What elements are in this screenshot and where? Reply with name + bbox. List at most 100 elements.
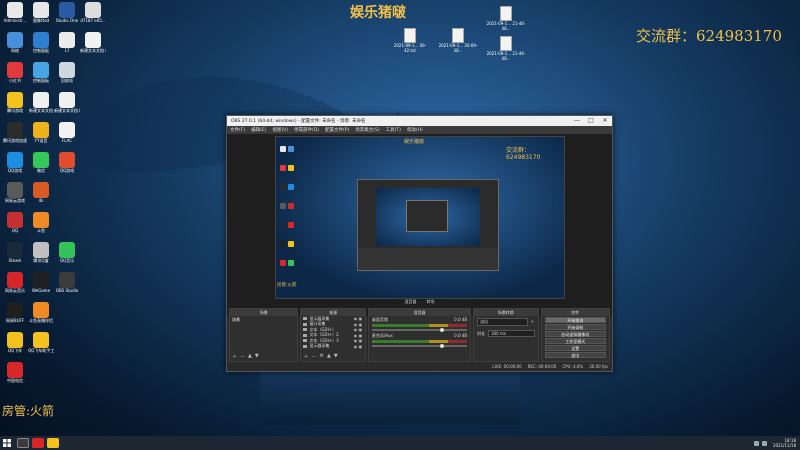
transition-type-select[interactable]: 淡出 (477, 318, 528, 326)
taskbar-clock[interactable]: 18:18 2021/11/18 (770, 438, 796, 448)
add-transition-icon[interactable]: ＋ (531, 319, 535, 325)
nested-preview (376, 188, 480, 246)
desktop-icon[interactable]: 中国电信 (2, 362, 28, 396)
network-icon[interactable] (753, 440, 759, 446)
desktop-icon[interactable]: 新建文本文档 (28, 92, 54, 126)
control-button[interactable]: 启动虚拟摄像机 (544, 331, 606, 337)
lock-icon[interactable]: ▣ (358, 344, 363, 349)
desktop-icon[interactable]: QQ游戏 (2, 152, 28, 186)
volume-meter (371, 324, 468, 327)
move-down-icon[interactable]: ▼ (255, 353, 259, 360)
desktop-file[interactable]: 2021-09-1... 21-46-48... (486, 36, 526, 61)
remove-source-icon[interactable]: － (311, 353, 316, 360)
desktop-icon[interactable]: WeGame (28, 272, 54, 306)
lock-icon[interactable]: ▣ (358, 333, 363, 338)
desktop-icon[interactable]: 小红书 (2, 62, 28, 96)
menu-item[interactable]: 停靠部件(D) (294, 127, 319, 133)
desktop-icon[interactable]: FLAC (54, 122, 80, 156)
obs-window[interactable]: OBS 27.0.1 (64-bit, windows) - 配置文件: 未命名… (226, 115, 613, 372)
desktop-icon[interactable]: 回收站 (54, 62, 80, 96)
desktop-file[interactable]: 2021-09-1... 09-42.txt (390, 28, 430, 53)
scene-item[interactable]: 场景 (230, 316, 297, 324)
desktop-icon[interactable]: Administr... (2, 2, 28, 36)
desktop-icon[interactable]: 斗鱼 (28, 212, 54, 246)
desktop-icon[interactable]: 新建文本文档 (2).txt (80, 32, 106, 66)
duration-input[interactable]: 300 ms (488, 330, 535, 337)
control-button[interactable]: 工作室模式 (544, 338, 606, 344)
lock-icon[interactable]: ▣ (358, 316, 363, 321)
menu-item[interactable]: 工具(T) (386, 127, 401, 133)
minimize-button[interactable]: — (570, 116, 584, 126)
taskbar-netease-icon[interactable] (32, 438, 44, 448)
desktop-icon[interactable]: 新建文本文档.txt (54, 92, 80, 126)
menu-item[interactable]: 配置文件(P) (325, 127, 349, 133)
desktop-file[interactable]: 2021-09-1... 20-09-38... (438, 28, 478, 53)
desktop-icon[interactable]: 网易云游戏 (2, 182, 28, 216)
obs-titlebar[interactable]: OBS 27.0.1 (64-bit, windows) - 配置文件: 未命名… (227, 116, 612, 126)
app-icon (59, 152, 75, 168)
start-button[interactable] (0, 436, 14, 450)
tab-transitions[interactable]: 转场 (427, 299, 435, 305)
track-name: 桌面音频 (371, 317, 388, 322)
menu-item[interactable]: 文件(F) (230, 127, 245, 133)
volume-slider-knob[interactable] (440, 344, 445, 348)
desktop-icon[interactable]: 斗鱼直播伴侣 (28, 302, 54, 336)
desktop-icon[interactable]: QQ飞车 (2, 332, 28, 366)
source-type-icon (303, 344, 308, 348)
volume-slider[interactable] (371, 328, 468, 332)
desktop-icon[interactable]: 17 (54, 32, 80, 66)
move-up-icon[interactable]: ▲ (248, 353, 252, 360)
desktop-icon[interactable]: 4k (28, 182, 54, 216)
remove-scene-icon[interactable]: － (240, 353, 245, 360)
menu-item[interactable]: 帮助(H) (407, 127, 423, 133)
volume-icon[interactable] (761, 440, 767, 446)
desktop-icon[interactable]: 腾讯游戏加速 (2, 122, 28, 156)
desktop-file[interactable]: 2021-09-1... 21-46-48... (486, 6, 526, 31)
control-button[interactable]: 开始录制 (544, 324, 606, 330)
desktop-icon[interactable]: Steam (2, 242, 28, 276)
desktop-icon[interactable]: QQ音乐 (54, 242, 80, 276)
close-button[interactable]: ✕ (598, 116, 612, 126)
desktop-icon[interactable]: YY语音 (28, 122, 54, 156)
tab-mixer[interactable]: 混音器 (405, 299, 417, 305)
desktop-icon[interactable]: 微信 (28, 152, 54, 186)
desktop-icon[interactable]: 控制面板 (28, 32, 54, 66)
lock-icon[interactable]: ▣ (358, 327, 363, 332)
lock-icon[interactable]: ▣ (358, 338, 363, 343)
menu-item[interactable]: 场景集合(S) (355, 127, 379, 133)
maximize-button[interactable]: □ (584, 116, 598, 126)
desktop-icon[interactable]: d7187 e05... (80, 2, 106, 36)
desktop-icon[interactable]: QQ飞车助手工具 (28, 332, 54, 366)
desktop-icon-label: QQ游戏 (7, 168, 23, 173)
desktop-icon[interactable]: OBS Studio (54, 272, 80, 306)
text-file-icon (452, 28, 464, 43)
desktop-icon[interactable]: 腾讯Q盒 (28, 242, 54, 276)
desktop-icon[interactable]: 网易云音乐 (2, 272, 28, 306)
desktop-icon[interactable]: 网易BUFF (2, 302, 28, 336)
control-button[interactable]: 设置 (544, 345, 606, 351)
taskbar-folder-icon[interactable] (47, 438, 59, 448)
source-item[interactable]: 显示器采集 ◉ ▣ (301, 343, 364, 350)
taskbar-obs-icon[interactable] (17, 438, 29, 448)
desktop-icon[interactable]: 控制面板 (28, 62, 54, 96)
desktop-icon[interactable]: 图像ttod (28, 2, 54, 36)
app-icon (7, 62, 23, 78)
add-source-icon[interactable]: ＋ (303, 353, 308, 360)
move-down-icon[interactable]: ▼ (334, 353, 338, 360)
desktop-icon[interactable]: QQ (2, 212, 28, 246)
obs-preview-canvas[interactable]: 娱乐猪啵 交流群：624983170 房管:火箭 (275, 136, 565, 299)
menu-item[interactable]: 编辑(E) (251, 127, 266, 133)
desktop-icon[interactable]: 网络 (2, 32, 28, 66)
move-up-icon[interactable]: ▲ (327, 353, 331, 360)
add-scene-icon[interactable]: ＋ (232, 353, 237, 360)
desktop-icon[interactable]: 腾讯游戏 (2, 92, 28, 126)
lock-icon[interactable]: ▣ (358, 322, 363, 327)
controls-dock: 控件 开始推流 开始录制 启动虚拟摄像机 工作室模式 设置 退出 (540, 308, 610, 362)
desktop-icon[interactable]: Studio One (54, 2, 80, 36)
control-button[interactable]: 退出 (544, 352, 606, 358)
control-button[interactable]: 开始推流 (544, 317, 606, 323)
menu-item[interactable]: 视图(V) (272, 127, 288, 133)
desktop-icon[interactable]: QQ游戏 (54, 152, 80, 186)
source-settings-icon[interactable]: ⚙ (319, 353, 323, 360)
volume-slider[interactable] (371, 344, 468, 348)
